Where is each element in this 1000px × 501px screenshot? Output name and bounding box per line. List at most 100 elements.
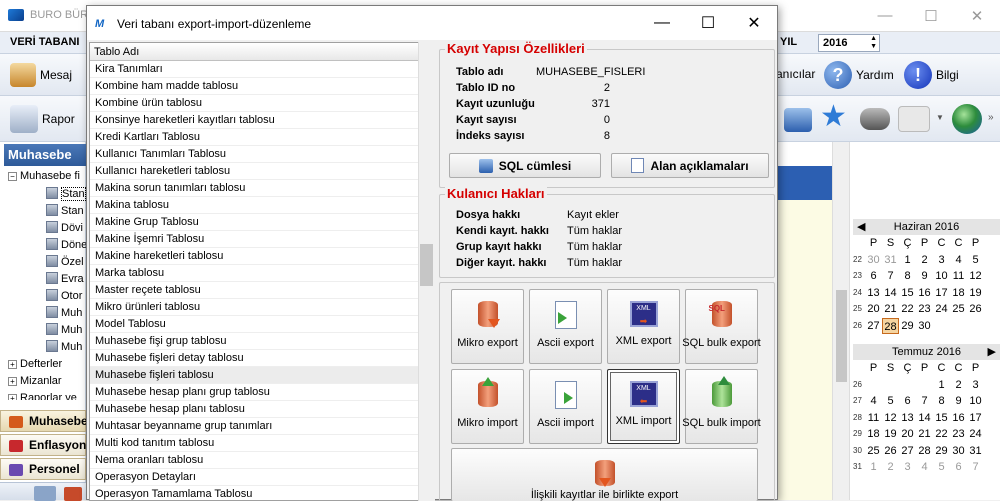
calendar-day[interactable]: 3 bbox=[967, 377, 984, 394]
tree-item[interactable]: Evra bbox=[46, 272, 84, 285]
calendar-day[interactable]: 28 bbox=[916, 443, 933, 460]
calendar-day[interactable]: 3 bbox=[899, 459, 916, 476]
calendar-day[interactable]: 30 bbox=[916, 318, 933, 335]
tree-item-mizanlar[interactable]: + Mizanlar bbox=[8, 375, 62, 387]
calendar-day[interactable]: 5 bbox=[967, 252, 984, 269]
calendar-grid-icon[interactable] bbox=[898, 106, 930, 132]
calendar-day[interactable]: 2 bbox=[882, 459, 899, 476]
calendar-day[interactable]: 30 bbox=[950, 443, 967, 460]
calendar-day[interactable]: 30 bbox=[865, 252, 882, 269]
table-list-item[interactable]: Kombine ham madde tablosu bbox=[90, 78, 418, 95]
calendar-day[interactable]: 6 bbox=[865, 268, 882, 285]
table-list-item[interactable]: Operasyon Tamamlama Tablosu bbox=[90, 486, 418, 500]
tree-item-defterler[interactable]: + Defterler bbox=[8, 358, 62, 370]
calendar-day[interactable]: 10 bbox=[933, 268, 950, 285]
table-list-item[interactable]: Makina sorun tanımları tablosu bbox=[90, 180, 418, 197]
calendar-day[interactable]: 20 bbox=[899, 426, 916, 443]
calendar-day[interactable]: 27 bbox=[899, 443, 916, 460]
calendar-day[interactable]: 20 bbox=[865, 301, 882, 318]
tree-root[interactable]: − Muhasebe fi bbox=[8, 170, 80, 182]
calendar-day[interactable]: 7 bbox=[967, 459, 984, 476]
table-list-item[interactable]: Kira Tanımları bbox=[90, 61, 418, 78]
app-close-icon[interactable]: ✕ bbox=[954, 0, 1000, 31]
calendar-day[interactable]: 7 bbox=[882, 268, 899, 285]
calendar-day[interactable]: 19 bbox=[882, 426, 899, 443]
dialog-close-icon[interactable]: ✕ bbox=[731, 6, 777, 40]
calendar-day[interactable]: 4 bbox=[950, 252, 967, 269]
menu-veri-tabani[interactable]: VERİ TABANI bbox=[10, 36, 79, 48]
building-icon[interactable] bbox=[34, 486, 56, 501]
calendar-day[interactable]: 27 bbox=[865, 318, 882, 335]
expand-icon[interactable]: + bbox=[8, 394, 17, 400]
calendar-day[interactable]: 8 bbox=[899, 268, 916, 285]
xml-export-button[interactable]: XML ➡ XML export bbox=[607, 289, 680, 364]
expand-icon[interactable]: + bbox=[8, 377, 17, 386]
content-scrollbar[interactable] bbox=[832, 142, 850, 500]
table-list-item[interactable]: Multi kod tanıtım tablosu bbox=[90, 435, 418, 452]
table-list-item[interactable]: Makine İşemri Tablosu bbox=[90, 231, 418, 248]
table-list-item[interactable]: Operasyon Detayları bbox=[90, 469, 418, 486]
globe-icon[interactable] bbox=[952, 104, 982, 134]
calendar-day[interactable]: 14 bbox=[916, 410, 933, 427]
table-list-header[interactable]: Tablo Adı bbox=[90, 43, 418, 61]
table-list-item[interactable]: Kullanıcı hareketleri tablosu bbox=[90, 163, 418, 180]
xml-import-button[interactable]: XML ⬅ XML import bbox=[607, 369, 680, 444]
table-list-item[interactable]: Nema oranları tablosu bbox=[90, 452, 418, 469]
calendar-day[interactable]: 10 bbox=[967, 393, 984, 410]
tree-item[interactable]: Muh bbox=[46, 323, 82, 336]
calendar-day[interactable]: 5 bbox=[882, 393, 899, 410]
calendar-day[interactable]: 12 bbox=[967, 268, 984, 285]
calendar-day[interactable]: 17 bbox=[967, 410, 984, 427]
calendar-day[interactable] bbox=[882, 377, 899, 394]
calendar-day[interactable]: 15 bbox=[933, 410, 950, 427]
toolbar-overflow-icon[interactable]: » bbox=[988, 112, 994, 123]
app-maximize-icon[interactable]: ☐ bbox=[908, 0, 954, 31]
star-icon[interactable]: ★ bbox=[820, 102, 847, 132]
table-list-item[interactable]: Makine hareketleri tablosu bbox=[90, 248, 418, 265]
calendar-day[interactable]: 4 bbox=[916, 459, 933, 476]
mikro-import-button[interactable]: Mikro import bbox=[451, 369, 524, 444]
next-month-icon[interactable]: ▶ bbox=[988, 344, 996, 360]
binoculars-icon[interactable] bbox=[860, 108, 890, 130]
table-list-item[interactable]: Kombine ürün tablosu bbox=[90, 95, 418, 112]
nav-personel[interactable]: Personel bbox=[0, 458, 86, 480]
calendar-day[interactable]: 25 bbox=[950, 301, 967, 318]
table-list-item[interactable]: Konsinye hareketleri kayıtları tablosu bbox=[90, 112, 418, 129]
calendar-day[interactable]: 1 bbox=[933, 377, 950, 394]
calendar-day[interactable]: 23 bbox=[916, 301, 933, 318]
calendar-day[interactable]: 16 bbox=[916, 285, 933, 302]
calendar-day[interactable] bbox=[967, 318, 984, 335]
calendar-day[interactable]: 6 bbox=[950, 459, 967, 476]
table-list-item[interactable]: Kredi Kartları Tablosu bbox=[90, 129, 418, 146]
calendar-day[interactable] bbox=[933, 318, 950, 335]
table-list-item[interactable]: Makina tablosu bbox=[90, 197, 418, 214]
kullanicilar-button[interactable]: anıcılar bbox=[776, 67, 815, 81]
calendar-day[interactable]: 2 bbox=[950, 377, 967, 394]
calendar-day[interactable]: 6 bbox=[899, 393, 916, 410]
calendar-day[interactable]: 16 bbox=[950, 410, 967, 427]
nav-enflasyon[interactable]: Enflasyon bbox=[0, 434, 86, 456]
calendar-day[interactable]: 3 bbox=[933, 252, 950, 269]
calendar-day[interactable]: 29 bbox=[933, 443, 950, 460]
sql-bulk-import-button[interactable]: SQL bulk import bbox=[682, 369, 761, 444]
calendar-day[interactable]: 24 bbox=[933, 301, 950, 318]
calendar-day[interactable]: 18 bbox=[865, 426, 882, 443]
app-minimize-icon[interactable]: — bbox=[862, 0, 908, 31]
expand-icon[interactable]: + bbox=[8, 360, 17, 369]
yardim-button[interactable]: ? Yardım bbox=[824, 61, 894, 89]
prev-month-icon[interactable]: ◀ bbox=[857, 219, 865, 235]
calendar-day[interactable]: 4 bbox=[865, 393, 882, 410]
tree-item[interactable]: Muh bbox=[46, 340, 82, 353]
calendar-day[interactable]: 2 bbox=[916, 252, 933, 269]
dropdown-arrow-icon[interactable]: ▼ bbox=[936, 113, 944, 122]
calendar-day[interactable]: 11 bbox=[865, 410, 882, 427]
calendar-day[interactable]: 29 bbox=[899, 318, 916, 335]
calendar-day[interactable] bbox=[950, 318, 967, 335]
calendar-day[interactable]: 13 bbox=[865, 285, 882, 302]
table-list-item[interactable]: Muhasebe hesap planı tablosu bbox=[90, 401, 418, 418]
calendar-day[interactable]: 9 bbox=[916, 268, 933, 285]
table-list-item[interactable]: Makine Grup Tablosu bbox=[90, 214, 418, 231]
tree-item[interactable]: Dövi bbox=[46, 221, 83, 234]
calendar-day[interactable]: 18 bbox=[950, 285, 967, 302]
field-descriptions-button[interactable]: Alan açıklamaları bbox=[611, 153, 769, 178]
